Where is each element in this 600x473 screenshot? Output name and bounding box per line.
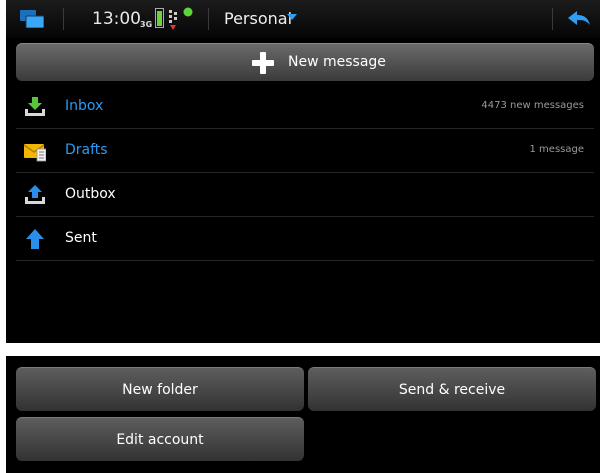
account-menu-title[interactable]: Personal — [224, 9, 292, 28]
edit-account-button[interactable]: Edit account — [16, 417, 304, 461]
folder-name: Sent — [65, 230, 97, 246]
status-divider — [552, 8, 553, 30]
folder-count: 1 message — [529, 144, 584, 155]
outbox-upload-icon — [25, 185, 45, 204]
up-arrow-icon — [26, 229, 44, 249]
inbox-download-icon — [25, 97, 45, 116]
network-type: 3G — [140, 20, 153, 29]
status-divider — [208, 8, 209, 30]
new-folder-button[interactable]: New folder — [16, 367, 304, 411]
folder-count: 4473 new messages — [481, 100, 584, 111]
folder-name: Outbox — [65, 186, 116, 202]
folder-list: Inbox 4473 new messages Drafts 1 message… — [16, 85, 594, 261]
mail-window: 13:00 3G Personal New message Inbox 4473… — [6, 0, 600, 343]
new-message-label: New message — [288, 54, 386, 70]
view-menu: New folder Send & receive Edit account — [6, 356, 600, 473]
back-arrow-icon[interactable] — [566, 10, 592, 28]
status-divider — [63, 8, 64, 30]
signal-status-icon — [169, 7, 193, 30]
status-bar: 13:00 3G Personal — [6, 0, 600, 38]
folder-item-inbox[interactable]: Inbox 4473 new messages — [16, 85, 594, 129]
battery-icon — [155, 8, 164, 28]
send-receive-button[interactable]: Send & receive — [308, 367, 596, 411]
plus-icon — [252, 52, 274, 74]
clock: 13:00 — [92, 9, 141, 29]
folder-item-outbox[interactable]: Outbox — [16, 173, 594, 217]
task-switcher-icon[interactable] — [20, 10, 44, 28]
new-message-button[interactable]: New message — [16, 43, 594, 81]
folder-name: Drafts — [65, 142, 108, 158]
chevron-down-icon[interactable] — [287, 14, 297, 20]
folder-item-drafts[interactable]: Drafts 1 message — [16, 129, 594, 173]
folder-item-sent[interactable]: Sent — [16, 217, 594, 261]
folder-name: Inbox — [65, 98, 104, 114]
envelope-icon — [24, 144, 46, 162]
